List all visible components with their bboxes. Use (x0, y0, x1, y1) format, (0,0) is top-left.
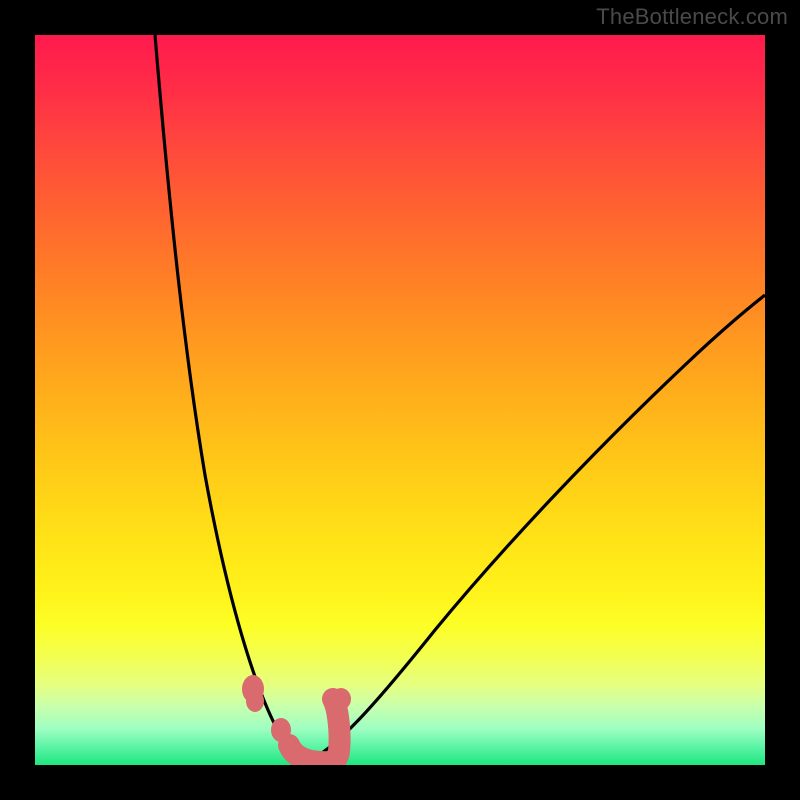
plot-area (35, 35, 765, 765)
chart-frame: TheBottleneck.com (0, 0, 800, 800)
left-curve (155, 35, 305, 763)
bottom-marker-cluster (242, 675, 351, 762)
watermark-text: TheBottleneck.com (596, 4, 788, 30)
right-curve (305, 295, 765, 763)
chart-svg (35, 35, 765, 765)
